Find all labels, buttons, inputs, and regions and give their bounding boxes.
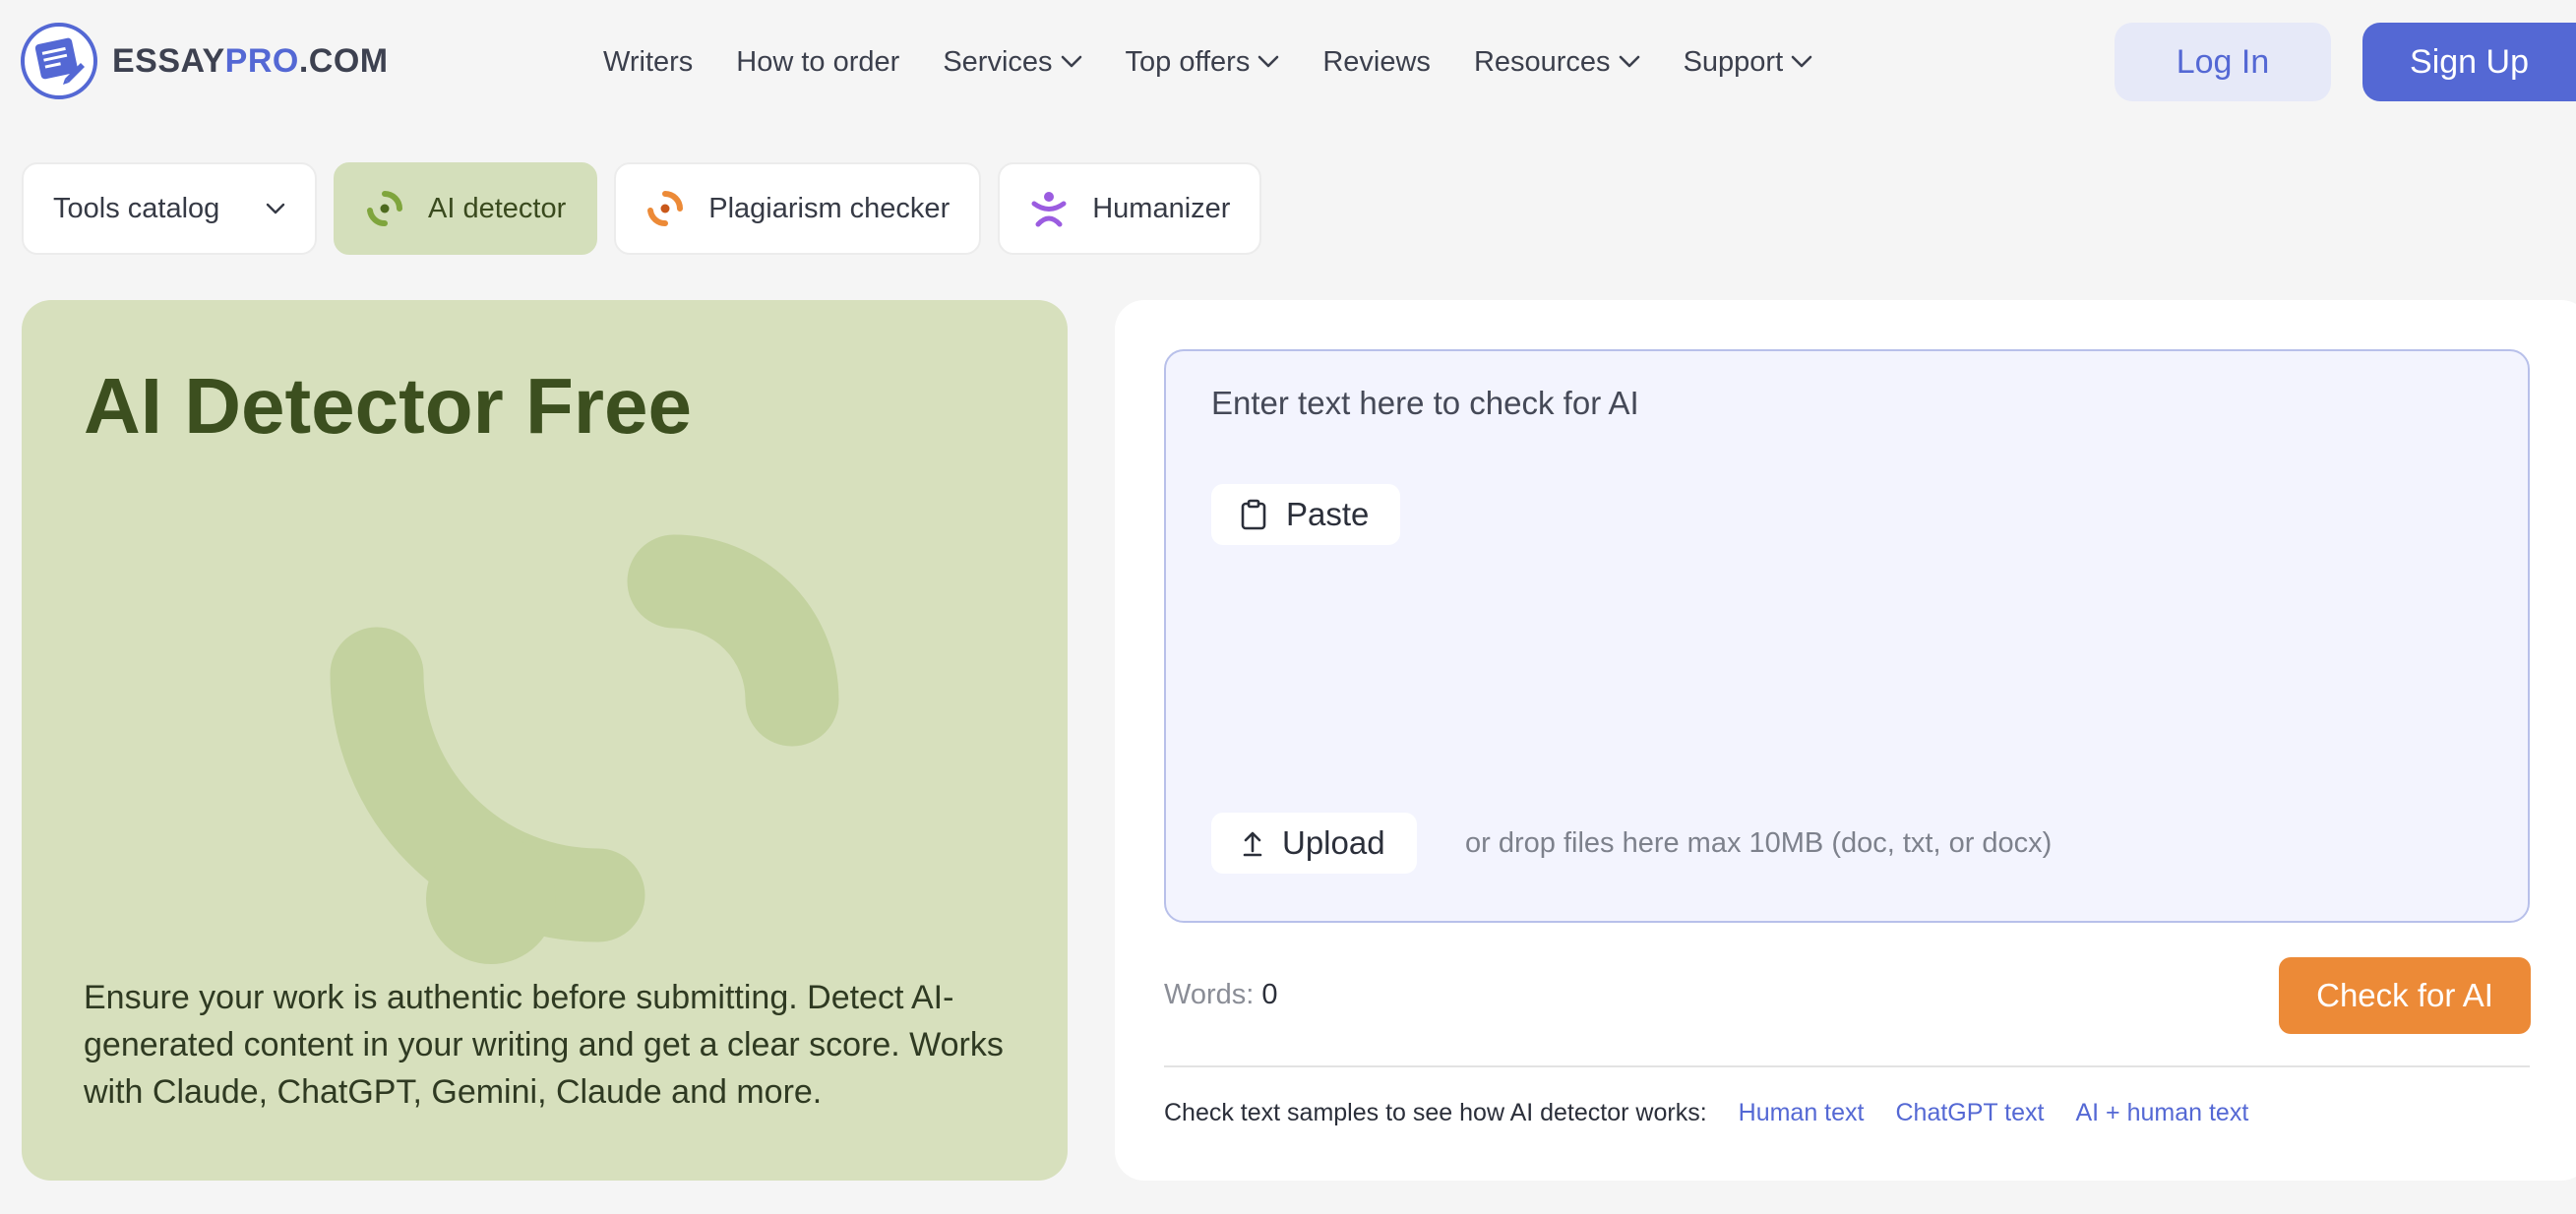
- nav-top-offers[interactable]: Top offers: [1126, 46, 1280, 79]
- words-label: Words:: [1164, 979, 1255, 1010]
- tab-humanizer-label: Humanizer: [1092, 192, 1231, 224]
- chevron-down-icon: [1061, 55, 1081, 68]
- sample-human-text-link[interactable]: Human text: [1739, 1099, 1865, 1127]
- tool-tabs: Tools catalog AI detector Plagiarism che…: [22, 162, 1278, 255]
- chevron-down-icon: [1791, 55, 1812, 68]
- nav-reviews[interactable]: Reviews: [1322, 46, 1431, 79]
- samples-label: Check text samples to see how AI detecto…: [1164, 1099, 1707, 1126]
- divider: [1164, 1065, 2530, 1067]
- tab-humanizer[interactable]: Humanizer: [998, 162, 1262, 255]
- words-count: 0: [1261, 979, 1278, 1010]
- site-logo[interactable]: ESSAYPRO.COM: [20, 22, 389, 100]
- sample-ai-human-text-link[interactable]: AI + human text: [2075, 1099, 2248, 1127]
- tools-catalog-dropdown[interactable]: Tools catalog: [22, 162, 317, 255]
- ai-detector-icon: [365, 189, 404, 228]
- tab-plagiarism-label: Plagiarism checker: [708, 192, 951, 224]
- check-for-ai-button[interactable]: Check for AI: [2279, 957, 2531, 1034]
- nav-how-to-order[interactable]: How to order: [736, 46, 899, 79]
- upload-label: Upload: [1282, 824, 1385, 861]
- sample-chatgpt-text-link[interactable]: ChatGPT text: [1895, 1099, 2044, 1127]
- nav-support[interactable]: Support: [1684, 46, 1813, 79]
- upload-button[interactable]: Upload: [1211, 813, 1417, 874]
- text-input-placeholder: Enter text here to check for AI: [1211, 385, 1639, 421]
- tab-ai-detector-label: AI detector: [428, 192, 567, 224]
- login-button[interactable]: Log In: [2115, 23, 2331, 101]
- text-input-area[interactable]: Enter text here to check for AI Paste Up…: [1164, 349, 2530, 923]
- nav-writers[interactable]: Writers: [603, 46, 693, 79]
- tab-ai-detector[interactable]: AI detector: [334, 162, 598, 255]
- hero-description: Ensure your work is authentic before sub…: [84, 979, 1004, 1111]
- humanizer-icon: [1029, 189, 1069, 228]
- tab-plagiarism-checker[interactable]: Plagiarism checker: [614, 162, 982, 255]
- plagiarism-icon: [645, 189, 685, 228]
- nav-services[interactable]: Services: [943, 46, 1081, 79]
- chevron-down-icon: [1258, 55, 1279, 68]
- paste-button[interactable]: Paste: [1211, 484, 1401, 545]
- checker-panel: Enter text here to check for AI Paste Up…: [1115, 300, 2576, 1181]
- chevron-down-icon: [1619, 55, 1639, 68]
- page-title: AI Detector Free: [84, 362, 692, 450]
- chevron-down-icon: [266, 203, 285, 214]
- word-counter: Words: 0: [1164, 979, 1277, 1011]
- essaypro-logo-icon: [21, 23, 97, 99]
- main-nav: Writers How to order Services Top offers…: [603, 39, 1856, 85]
- paste-label: Paste: [1286, 496, 1370, 532]
- site-header: ESSAYPRO.COM Writers How to order Servic…: [0, 0, 2576, 123]
- text-samples: Check text samples to see how AI detecto…: [1164, 1099, 2280, 1127]
- nav-resources[interactable]: Resources: [1474, 46, 1640, 79]
- tools-catalog-label: Tools catalog: [53, 192, 220, 224]
- signup-button[interactable]: Sign Up: [2362, 23, 2576, 101]
- drop-files-hint: or drop files here max 10MB (doc, txt, o…: [1465, 827, 2053, 859]
- hero-panel: AI Detector Free Ensure your work is aut…: [22, 300, 1068, 1181]
- logo-text: ESSAYPRO.COM: [112, 41, 389, 80]
- upload-icon: [1243, 831, 1262, 857]
- clipboard-icon: [1241, 499, 1266, 530]
